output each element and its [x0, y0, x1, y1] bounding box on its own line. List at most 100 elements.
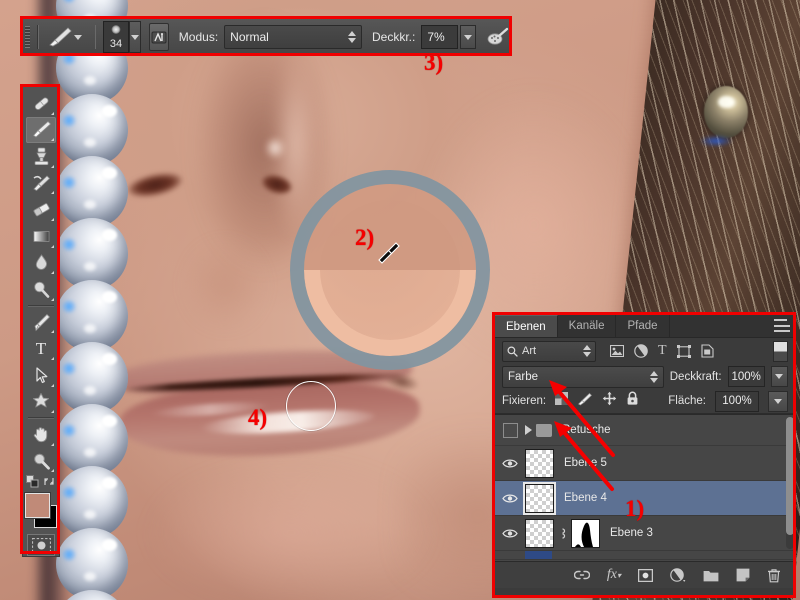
- layer-thumbnail[interactable]: [523, 481, 556, 515]
- sidebar-tool-brush[interactable]: [26, 116, 56, 144]
- sidebar-tool-pen[interactable]: [26, 309, 56, 336]
- lock-all-icon[interactable]: [626, 391, 639, 411]
- layer-visibility-toggle[interactable]: [499, 458, 521, 469]
- layer-fill-field[interactable]: 100%: [715, 390, 759, 412]
- layer-thumbnail[interactable]: [525, 448, 554, 478]
- layer-visibility-toggle[interactable]: [499, 528, 521, 539]
- chevron-right-icon[interactable]: [525, 425, 532, 435]
- tool-group-corner-icon: [51, 330, 54, 334]
- options-bar-grip[interactable]: [25, 26, 31, 48]
- tool-group-corner-icon: [51, 164, 54, 168]
- opacity-slider-button[interactable]: [459, 25, 476, 49]
- layer-filter-icons[interactable]: T: [610, 343, 714, 359]
- divider: [94, 25, 97, 49]
- color-swatches[interactable]: [24, 493, 58, 528]
- brush-size-dropdown-button[interactable]: [128, 21, 141, 53]
- quick-mask-button[interactable]: [27, 533, 55, 557]
- tablet-pressure-size-button[interactable]: [148, 23, 169, 51]
- tools-panel[interactable]: T: [22, 86, 60, 557]
- type-layer-filter-icon[interactable]: T: [658, 343, 667, 359]
- sidebar-tool-blur[interactable]: [26, 250, 56, 277]
- filter-toggle-switch[interactable]: [773, 340, 788, 362]
- table-row[interactable]: Ebene 3: [495, 516, 795, 551]
- brush-preset-dropdown[interactable]: [73, 34, 88, 40]
- new-group-button[interactable]: [703, 569, 719, 582]
- layer-opacity-slider-button[interactable]: [770, 366, 788, 387]
- layers-panel-toolbar[interactable]: fx ▾: [495, 561, 795, 588]
- airbrush-button[interactable]: [486, 24, 510, 50]
- spinner-arrows-icon: [583, 345, 591, 357]
- brush-preset-thumbnail[interactable]: [46, 24, 74, 50]
- table-row[interactable]: Ebene 4: [495, 481, 795, 516]
- layer-mask-link-icon[interactable]: [558, 527, 567, 540]
- lock-transparency-icon[interactable]: [555, 392, 569, 410]
- adjustment-layer-filter-icon[interactable]: [634, 344, 648, 358]
- sidebar-tool-healing-brush[interactable]: [26, 90, 56, 117]
- tab-ebenen[interactable]: Ebenen: [495, 315, 558, 337]
- layer-filter-row[interactable]: Art T: [495, 338, 795, 364]
- philtrum-shadow: [150, 225, 300, 345]
- tab-pfade[interactable]: Pfade: [616, 315, 670, 337]
- sidebar-tool-eraser[interactable]: [26, 196, 56, 223]
- lock-image-icon[interactable]: [577, 392, 593, 411]
- sidebar-tool-dodge[interactable]: [26, 276, 56, 303]
- eye-icon: [502, 529, 518, 537]
- table-row-partial[interactable]: [495, 551, 795, 560]
- blend-mode-row[interactable]: Farbe Deckkraft: 100%: [495, 364, 795, 389]
- tool-group-corner-icon: [51, 271, 54, 275]
- table-row[interactable]: Ebene 5: [495, 446, 795, 481]
- eye-icon: [502, 494, 518, 502]
- sidebar-tool-zoom[interactable]: [26, 448, 56, 475]
- tool-group-corner-icon: [51, 297, 54, 301]
- chevron-down-icon: [73, 34, 82, 40]
- layer-thumbnail[interactable]: [525, 518, 554, 548]
- brush-size-field[interactable]: 34: [103, 21, 129, 53]
- panel-tab-bar[interactable]: Ebenen Kanäle Pfade: [495, 315, 795, 338]
- panel-menu-icon[interactable]: [774, 319, 790, 332]
- tool-group-corner-icon: [51, 111, 54, 115]
- lock-row[interactable]: Fixieren: Fläche: 100%: [495, 389, 795, 414]
- opacity-field[interactable]: 7%: [421, 25, 458, 49]
- layer-list[interactable]: Retusche Ebene 5 Ebene 4 Ebene 3: [495, 414, 795, 561]
- sidebar-tool-path-selection[interactable]: [26, 362, 56, 389]
- hud-color-picker-ring[interactable]: [290, 170, 490, 370]
- layer-opacity-field[interactable]: 100%: [727, 366, 765, 387]
- sidebar-tool-history-brush[interactable]: [26, 170, 56, 197]
- layer-list-scrollbar-thumb[interactable]: [786, 417, 794, 535]
- sidebar-tool-custom-shape[interactable]: [26, 389, 56, 416]
- layers-panel[interactable]: Ebenen Kanäle Pfade Art T Farbe Deckkraf…: [494, 314, 796, 598]
- adjustment-layer-button[interactable]: [670, 568, 686, 582]
- lock-position-icon[interactable]: [602, 391, 617, 411]
- sidebar-tool-gradient[interactable]: [26, 223, 56, 250]
- sidebar-tool-clone-stamp[interactable]: [26, 143, 56, 170]
- layer-blend-mode-select[interactable]: Farbe: [502, 365, 664, 388]
- tab-kanaele[interactable]: Kanäle: [558, 315, 617, 337]
- mode-label: Modus:: [178, 30, 219, 44]
- layer-filter-type-select[interactable]: Art: [502, 340, 596, 362]
- tool-group-corner-icon: [51, 357, 54, 361]
- color-controls-row[interactable]: [24, 474, 58, 489]
- layer-style-button[interactable]: fx ▾: [607, 567, 621, 583]
- layer-mask-button[interactable]: [638, 568, 653, 582]
- table-row[interactable]: Retusche: [495, 415, 795, 446]
- tool-group-corner-icon: [51, 191, 54, 195]
- new-layer-button[interactable]: [736, 568, 750, 582]
- layer-fill-slider-button[interactable]: [768, 390, 788, 412]
- smart-object-filter-icon[interactable]: [701, 344, 714, 358]
- search-icon: [507, 346, 518, 357]
- type-tool-icon: T: [35, 338, 47, 358]
- partial-layer-thumbnail: [525, 551, 552, 559]
- shape-layer-filter-icon[interactable]: [676, 344, 691, 358]
- layer-visibility-toggle[interactable]: [499, 422, 521, 438]
- delete-layer-button[interactable]: [767, 568, 781, 583]
- pixel-layer-filter-icon[interactable]: [610, 345, 624, 357]
- layer-visibility-toggle[interactable]: [499, 493, 521, 504]
- layer-name: Ebene 3: [610, 527, 653, 539]
- link-layers-button[interactable]: [573, 569, 590, 581]
- sidebar-tool-hand[interactable]: [26, 421, 56, 448]
- foreground-color-swatch[interactable]: [25, 493, 50, 519]
- sidebar-tool-type[interactable]: T: [26, 335, 56, 362]
- empty-visibility-box[interactable]: [502, 422, 518, 438]
- layer-mask-thumbnail[interactable]: [571, 518, 600, 548]
- blend-mode-select[interactable]: Normal: [224, 25, 362, 49]
